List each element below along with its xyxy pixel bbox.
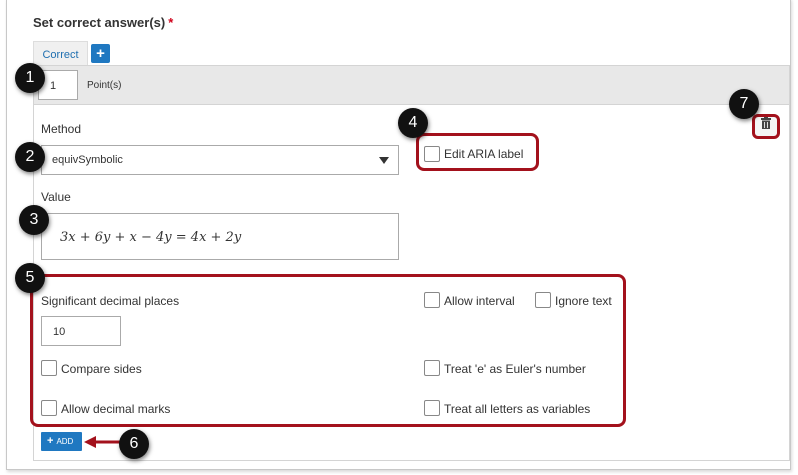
points-label: Point(s) — [87, 80, 122, 91]
chevron-down-icon — [379, 157, 389, 164]
ignore-text-checkbox[interactable] — [535, 292, 551, 308]
trash-icon — [761, 117, 771, 129]
tab-correct[interactable]: Correct — [33, 41, 88, 66]
value-label: Value — [41, 190, 71, 204]
ignore-text-label: Ignore text — [555, 294, 612, 308]
callout-3: 3 — [19, 205, 49, 235]
treat-e-label: Treat 'e' as Euler's number — [444, 362, 586, 376]
title-text: Set correct answer(s) — [33, 15, 166, 30]
add-label: ADD — [56, 437, 74, 446]
sig-decimal-input[interactable]: 10 — [41, 316, 121, 346]
add-tab-button[interactable]: + — [91, 44, 110, 63]
sig-decimal-label: Significant decimal places — [41, 294, 180, 308]
callout-2: 2 — [15, 142, 45, 172]
callout-1: 1 — [15, 63, 45, 93]
allow-decimal-marks-label: Allow decimal marks — [61, 402, 171, 416]
allow-interval-checkbox[interactable] — [424, 292, 440, 308]
points-bar — [33, 65, 790, 105]
section-title: Set correct answer(s) * — [33, 15, 173, 30]
delete-button[interactable] — [752, 114, 780, 139]
callout-6: 6 — [119, 429, 149, 459]
edit-aria-label: Edit ARIA label — [444, 147, 524, 161]
treat-letters-checkbox[interactable] — [424, 400, 440, 416]
edit-aria-checkbox[interactable] — [424, 146, 440, 162]
method-label: Method — [41, 122, 82, 136]
arrow-icon — [84, 436, 122, 448]
plus-icon: + — [47, 435, 54, 447]
compare-sides-checkbox[interactable] — [41, 360, 57, 376]
treat-e-checkbox[interactable] — [424, 360, 440, 376]
treat-letters-label: Treat all letters as variables — [444, 402, 591, 416]
add-button[interactable]: + ADD — [41, 432, 82, 451]
callout-7: 7 — [729, 89, 759, 119]
required-mark: * — [168, 15, 174, 30]
allow-decimal-marks-checkbox[interactable] — [41, 400, 57, 416]
allow-interval-label: Allow interval — [444, 294, 515, 308]
method-select[interactable]: equivSymbolic — [41, 145, 399, 175]
value-input[interactable]: 3x + 6y + x − 4y = 4x + 2y — [41, 213, 399, 260]
callout-5: 5 — [15, 263, 45, 293]
callout-4: 4 — [398, 108, 428, 138]
compare-sides-label: Compare sides — [61, 362, 142, 376]
method-value: equivSymbolic — [52, 154, 123, 166]
